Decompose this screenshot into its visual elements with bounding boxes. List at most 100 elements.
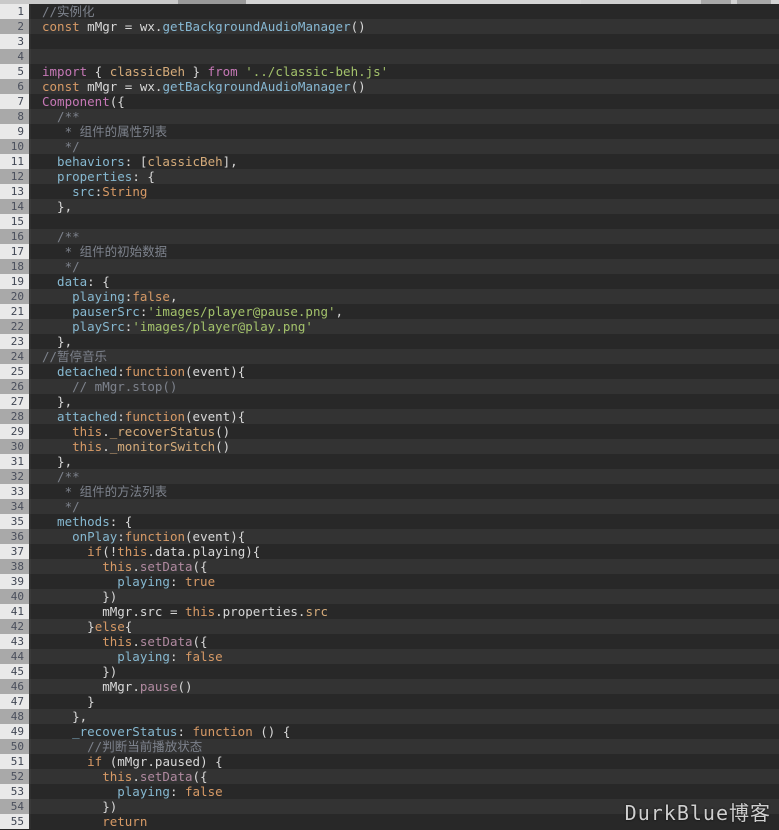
- code-line[interactable]: 12 properties: {: [0, 169, 779, 184]
- code-text[interactable]: methods: {: [31, 514, 779, 529]
- code-line[interactable]: 19 data: {: [0, 274, 779, 289]
- code-editor-pane[interactable]: 1//实例化 2 const mMgr = wx.getBackgroundAudi…: [0, 4, 779, 830]
- code-line[interactable]: 54 }): [0, 799, 779, 814]
- code-line[interactable]: 36 onPlay:function(event){: [0, 529, 779, 544]
- code-text[interactable]: Component({: [31, 94, 779, 109]
- code-text[interactable]: */: [31, 259, 779, 274]
- code-line[interactable]: 21 pauserSrc:'images/player@pause.png',: [0, 304, 779, 319]
- code-line[interactable]: 22 playSrc:'images/player@play.png': [0, 319, 779, 334]
- code-line[interactable]: 13 src:String: [0, 184, 779, 199]
- code-text[interactable]: },: [31, 199, 779, 214]
- code-line[interactable]: 51 if (mMgr.paused) {: [0, 754, 779, 769]
- code-line[interactable]: 50 //判断当前播放状态: [0, 739, 779, 754]
- code-text[interactable]: import { classicBeh } from '../classic-b…: [31, 64, 779, 79]
- code-line[interactable]: 26 // mMgr.stop(): [0, 379, 779, 394]
- code-line[interactable]: 44 playing: false: [0, 649, 779, 664]
- code-text[interactable]: pauserSrc:'images/player@pause.png',: [31, 304, 779, 319]
- code-line[interactable]: 11 behaviors: [classicBeh],: [0, 154, 779, 169]
- code-text[interactable]: mMgr.src = this.properties.src: [31, 604, 779, 619]
- code-text[interactable]: this._recoverStatus(): [31, 424, 779, 439]
- code-text[interactable]: attached:function(event){: [31, 409, 779, 424]
- code-text[interactable]: },: [31, 334, 779, 349]
- code-line[interactable]: 46 mMgr.pause(): [0, 679, 779, 694]
- code-text[interactable]: return: [31, 814, 779, 829]
- code-text[interactable]: */: [31, 499, 779, 514]
- code-line[interactable]: 39 playing: true: [0, 574, 779, 589]
- code-text[interactable]: onPlay:function(event){: [31, 529, 779, 544]
- code-line[interactable]: 33 * 组件的方法列表: [0, 484, 779, 499]
- code-text[interactable]: detached:function(event){: [31, 364, 779, 379]
- code-line[interactable]: 2 const mMgr = wx.getBackgroundAudioManag…: [0, 19, 779, 34]
- code-line[interactable]: 52 this.setData({: [0, 769, 779, 784]
- code-text[interactable]: playing: false: [31, 784, 779, 799]
- code-text[interactable]: this.setData({: [31, 634, 779, 649]
- code-line[interactable]: 28 attached:function(event){: [0, 409, 779, 424]
- code-line[interactable]: 14 },: [0, 199, 779, 214]
- code-line[interactable]: 43 this.setData({: [0, 634, 779, 649]
- code-line[interactable]: 49 _recoverStatus: function () {: [0, 724, 779, 739]
- code-line[interactable]: 17 * 组件的初始数据: [0, 244, 779, 259]
- code-line[interactable]: 15: [0, 214, 779, 229]
- code-text[interactable]: if(!this.data.playing){: [31, 544, 779, 559]
- code-line[interactable]: 8 /**: [0, 109, 779, 124]
- code-text[interactable]: [31, 49, 779, 64]
- code-text[interactable]: playing: false: [31, 649, 779, 664]
- code-text[interactable]: const mMgr = wx.getBackgroundAudioManage…: [31, 79, 779, 94]
- code-line[interactable]: 25 detached:function(event){: [0, 364, 779, 379]
- code-line[interactable]: 40 }): [0, 589, 779, 604]
- code-text[interactable]: /**: [31, 469, 779, 484]
- code-text[interactable]: // mMgr.stop(): [31, 379, 779, 394]
- code-text[interactable]: }): [31, 799, 779, 814]
- code-text[interactable]: //判断当前播放状态: [31, 739, 779, 754]
- code-text[interactable]: * 组件的初始数据: [31, 244, 779, 259]
- code-text[interactable]: if (mMgr.paused) {: [31, 754, 779, 769]
- code-text[interactable]: properties: {: [31, 169, 779, 184]
- code-line[interactable]: 45 }): [0, 664, 779, 679]
- code-text[interactable]: playing:false,: [31, 289, 779, 304]
- code-line[interactable]: 31 },: [0, 454, 779, 469]
- code-text[interactable]: //暂停音乐: [31, 349, 779, 364]
- code-text[interactable]: },: [31, 709, 779, 724]
- code-line[interactable]: 32 /**: [0, 469, 779, 484]
- code-text[interactable]: behaviors: [classicBeh],: [31, 154, 779, 169]
- code-line[interactable]: 7 Component({: [0, 94, 779, 109]
- code-line[interactable]: 4: [0, 49, 779, 64]
- code-text[interactable]: * 组件的方法列表: [31, 484, 779, 499]
- code-line[interactable]: 20 playing:false,: [0, 289, 779, 304]
- code-text[interactable]: }): [31, 664, 779, 679]
- code-text[interactable]: }): [31, 589, 779, 604]
- code-text[interactable]: mMgr.pause(): [31, 679, 779, 694]
- code-text[interactable]: [31, 34, 779, 49]
- code-line[interactable]: 34 */: [0, 499, 779, 514]
- code-line[interactable]: 41 mMgr.src = this.properties.src: [0, 604, 779, 619]
- code-line[interactable]: 1 //实例化: [0, 4, 779, 19]
- code-line[interactable]: 27 },: [0, 394, 779, 409]
- code-text[interactable]: src:String: [31, 184, 779, 199]
- code-text[interactable]: playing: true: [31, 574, 779, 589]
- code-text[interactable]: this.setData({: [31, 559, 779, 574]
- code-line[interactable]: 9 * 组件的属性列表: [0, 124, 779, 139]
- code-line[interactable]: 29 this._recoverStatus(): [0, 424, 779, 439]
- code-text[interactable]: */: [31, 139, 779, 154]
- code-line[interactable]: 30 this._monitorSwitch(): [0, 439, 779, 454]
- code-line[interactable]: 47 }: [0, 694, 779, 709]
- code-line[interactable]: 35 methods: {: [0, 514, 779, 529]
- code-line[interactable]: 38 this.setData({: [0, 559, 779, 574]
- code-text[interactable]: },: [31, 394, 779, 409]
- code-text[interactable]: /**: [31, 109, 779, 124]
- code-text[interactable]: },: [31, 454, 779, 469]
- code-line[interactable]: 24 //暂停音乐: [0, 349, 779, 364]
- code-line[interactable]: 53 playing: false: [0, 784, 779, 799]
- code-line[interactable]: 6 const mMgr = wx.getBackgroundAudioManag…: [0, 79, 779, 94]
- code-text[interactable]: /**: [31, 229, 779, 244]
- code-text[interactable]: this._monitorSwitch(): [31, 439, 779, 454]
- code-line[interactable]: 16 /**: [0, 229, 779, 244]
- code-text[interactable]: const mMgr = wx.getBackgroundAudioManage…: [31, 19, 779, 34]
- code-text[interactable]: }: [31, 694, 779, 709]
- code-line[interactable]: 37 if(!this.data.playing){: [0, 544, 779, 559]
- code-line[interactable]: 10 */: [0, 139, 779, 154]
- code-line[interactable]: 18 */: [0, 259, 779, 274]
- code-text[interactable]: }else{: [31, 619, 779, 634]
- code-text[interactable]: _recoverStatus: function () {: [31, 724, 779, 739]
- code-text[interactable]: data: {: [31, 274, 779, 289]
